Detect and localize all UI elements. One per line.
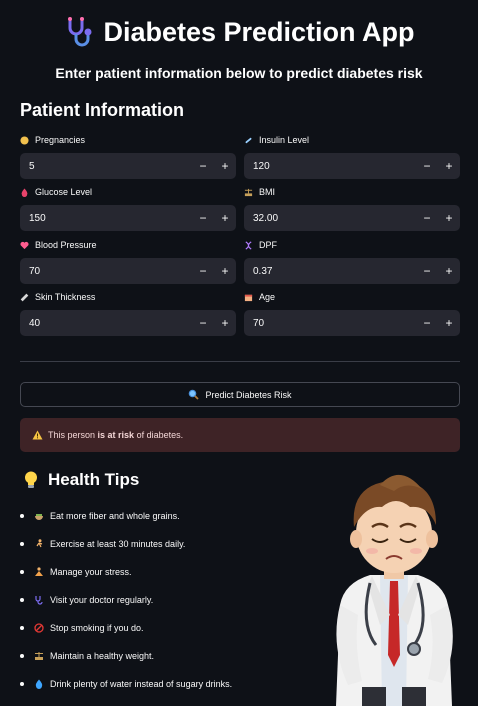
page-title: Diabetes Prediction App: [103, 16, 415, 47]
input-value-bmi[interactable]: 32.00: [244, 213, 416, 224]
predict-button[interactable]: Predict Diabetes Risk: [20, 382, 460, 407]
number-input-age: 70 − +: [244, 310, 460, 336]
meditation-icon: [35, 567, 43, 576]
calendar-icon: [244, 294, 253, 301]
warning-icon: [32, 430, 43, 440]
alert-text: This person is at risk of diabetes.: [48, 430, 184, 440]
stethoscope-icon: [68, 17, 92, 47]
syringe-icon: [245, 137, 252, 143]
decrement-button-skin-thickness[interactable]: −: [192, 310, 214, 336]
lightbulb-icon: [25, 471, 37, 488]
field-label-insulin-level: Insulin Level: [244, 133, 460, 147]
increment-button-skin-thickness[interactable]: +: [214, 310, 236, 336]
input-value-age[interactable]: 70: [244, 318, 416, 329]
number-input-dpf: 0.37 − +: [244, 258, 460, 284]
field-label-blood-pressure: Blood Pressure: [20, 238, 236, 252]
decrement-button-bmi[interactable]: −: [416, 205, 438, 231]
decrement-button-blood-pressure[interactable]: −: [192, 258, 214, 284]
risk-alert: This person is at risk of diabetes.: [20, 418, 460, 452]
list-item: Manage your stress.: [20, 558, 232, 586]
list-item: Exercise at least 30 minutes daily.: [20, 530, 232, 558]
field-label-pregnancies: Pregnancies: [20, 133, 236, 147]
divider: [20, 361, 460, 362]
increment-button-dpf[interactable]: +: [438, 258, 460, 284]
bowl-icon: [35, 514, 43, 520]
water-drop-icon: [35, 679, 43, 689]
increment-button-age[interactable]: +: [438, 310, 460, 336]
field-label-dpf: DPF: [244, 238, 460, 252]
decrement-button-age[interactable]: −: [416, 310, 438, 336]
field-insulin-level: Insulin Level 120 − +: [244, 133, 460, 179]
field-label-age: Age: [244, 290, 460, 304]
magnifier-icon: [189, 389, 200, 400]
list-item: Visit your doctor regularly.: [20, 586, 232, 614]
field-bmi: BMI 32.00 − +: [244, 185, 460, 231]
alert-emphasis: is at risk: [97, 430, 135, 440]
health-tips-heading: Health Tips: [24, 470, 139, 490]
list-item: Stop smoking if you do.: [20, 614, 232, 642]
input-value-dpf[interactable]: 0.37: [244, 266, 416, 277]
increment-button-insulin-level[interactable]: +: [438, 153, 460, 179]
list-item: Maintain a healthy weight.: [20, 642, 232, 670]
decrement-button-glucose-level[interactable]: −: [192, 205, 214, 231]
field-age: Age 70 − +: [244, 290, 460, 336]
number-input-glucose-level: 150 − +: [20, 205, 236, 231]
drop-icon: [21, 187, 28, 197]
sad-doctor-illustration: [336, 474, 453, 706]
number-input-bmi: 32.00 − +: [244, 205, 460, 231]
field-glucose-level: Glucose Level 150 − +: [20, 185, 236, 231]
field-pregnancies: Pregnancies 5 − +: [20, 133, 236, 179]
increment-button-blood-pressure[interactable]: +: [214, 258, 236, 284]
health-tips-title: Health Tips: [48, 470, 140, 489]
increment-button-glucose-level[interactable]: +: [214, 205, 236, 231]
number-input-insulin-level: 120 − +: [244, 153, 460, 179]
scale-icon: [35, 652, 43, 660]
scale-icon: [244, 188, 253, 196]
increment-button-bmi[interactable]: +: [438, 205, 460, 231]
no-smoking-icon: [34, 623, 44, 633]
decrement-button-pregnancies[interactable]: −: [192, 153, 214, 179]
predict-button-label: Predict Diabetes Risk: [205, 389, 292, 400]
field-label-bmi: BMI: [244, 185, 460, 199]
input-value-insulin-level[interactable]: 120: [244, 161, 416, 172]
stethoscope-icon: [35, 596, 43, 605]
increment-button-pregnancies[interactable]: +: [214, 153, 236, 179]
decrement-button-insulin-level[interactable]: −: [416, 153, 438, 179]
app-title: Diabetes Prediction App: [0, 16, 478, 48]
section-title-patient-info: Patient Information: [20, 100, 185, 120]
number-input-skin-thickness: 40 − +: [20, 310, 236, 336]
dna-icon: [245, 240, 252, 250]
field-skin-thickness: Skin Thickness 40 − +: [20, 290, 236, 336]
field-dpf: DPF 0.37 − +: [244, 238, 460, 284]
number-input-blood-pressure: 70 − +: [20, 258, 236, 284]
health-tips-list: Eat more fiber and whole grains. Exercise…: [20, 502, 232, 698]
page-subtitle: Enter patient information below to predi…: [55, 65, 423, 81]
running-icon: [36, 539, 43, 548]
decrement-button-dpf[interactable]: −: [416, 258, 438, 284]
baby-icon: [20, 135, 29, 145]
number-input-pregnancies: 5 − +: [20, 153, 236, 179]
field-label-glucose-level: Glucose Level: [20, 185, 236, 199]
input-value-blood-pressure[interactable]: 70: [20, 266, 192, 277]
input-value-pregnancies[interactable]: 5: [20, 161, 192, 172]
list-item: Drink plenty of water instead of sugary …: [20, 670, 232, 698]
list-item: Eat more fiber and whole grains.: [20, 502, 232, 530]
input-value-glucose-level[interactable]: 150: [20, 213, 192, 224]
input-value-skin-thickness[interactable]: 40: [20, 318, 192, 329]
field-blood-pressure: Blood Pressure 70 − +: [20, 238, 236, 284]
field-label-skin-thickness: Skin Thickness: [20, 290, 236, 304]
ruler-icon: [20, 293, 29, 301]
heart-icon: [20, 241, 29, 249]
